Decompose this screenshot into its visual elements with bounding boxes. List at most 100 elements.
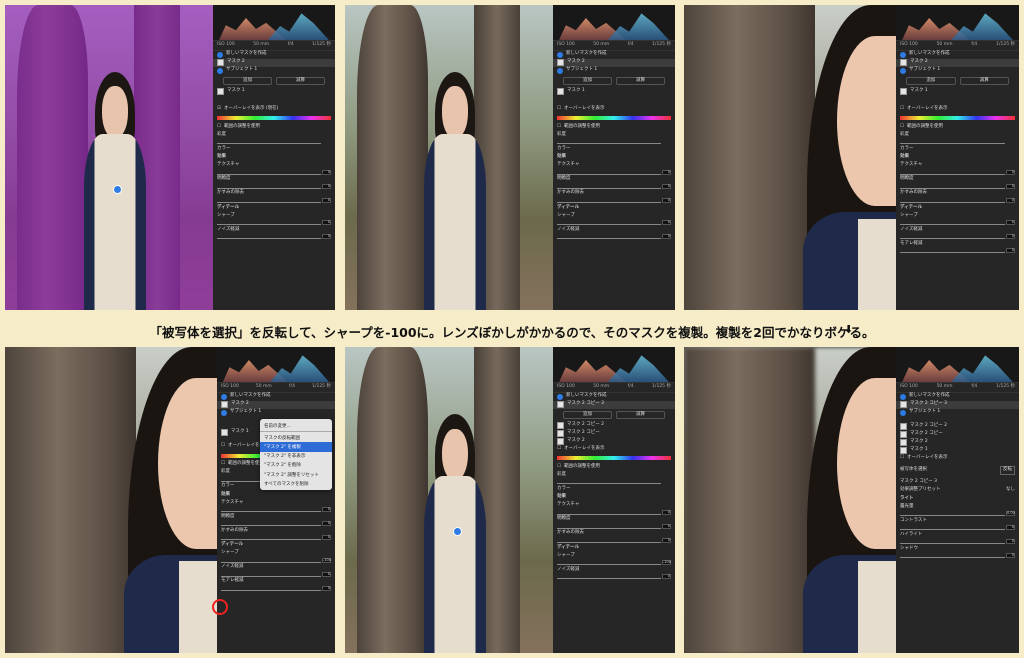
- clarity-slider[interactable]: 0: [221, 521, 331, 527]
- color-swatch-row[interactable]: カラー: [553, 145, 675, 153]
- hue-spectrum[interactable]: [557, 456, 671, 460]
- create-mask-button[interactable]: 新しいマスクを作成: [896, 51, 1019, 59]
- subject-item[interactable]: サブジェクト 1: [896, 409, 1019, 417]
- subject-item[interactable]: サブジェクト 1: [896, 67, 1019, 75]
- sharpness-slider[interactable]: -100: [557, 560, 671, 566]
- overlay-toggle[interactable]: ☐ オーバーレイを表示: [553, 445, 675, 453]
- mask-item-1[interactable]: マスク 1: [896, 87, 1019, 95]
- mask-item-2[interactable]: マスク 2: [553, 58, 675, 67]
- detail-section[interactable]: ディテール: [896, 204, 1019, 213]
- contrast-slider[interactable]: 0: [900, 525, 1015, 531]
- detail-section[interactable]: ディテール: [217, 541, 335, 550]
- color-swatch-row[interactable]: カラー: [896, 145, 1019, 153]
- detail-section[interactable]: ディテール: [213, 204, 335, 213]
- dehaze-slider[interactable]: 0: [217, 197, 331, 204]
- mask-item-1[interactable]: マスク 1: [553, 87, 675, 95]
- overlay-toggle[interactable]: ☑ オーバーレイを表示 (現在): [213, 105, 335, 113]
- mask-item-copy2[interactable]: マスク 2 コピー 2: [896, 423, 1019, 431]
- subtract-button[interactable]: 減算: [616, 76, 665, 85]
- sharpness-slider[interactable]: 0: [557, 220, 671, 226]
- create-mask-button[interactable]: 新しいマスクを作成: [553, 51, 675, 59]
- mask-item-1[interactable]: マスク 1: [896, 447, 1019, 455]
- clarity-slider[interactable]: 0: [557, 183, 671, 190]
- overlay-toggle[interactable]: ☐ オーバーレイを表示: [896, 105, 1019, 113]
- create-mask-button[interactable]: 新しいマスクを作成: [213, 51, 335, 59]
- menu-item-invert[interactable]: マスクの反転範囲: [260, 433, 332, 442]
- subject-item[interactable]: サブジェクト 1: [553, 67, 675, 75]
- range-adjust-checkbox[interactable]: ☐ 範囲の調整を使用: [553, 123, 675, 131]
- texture-slider[interactable]: 0: [217, 169, 331, 176]
- subject-item[interactable]: サブジェクト 1: [213, 67, 335, 75]
- effects-section[interactable]: 効果: [553, 153, 675, 162]
- mask-item-2[interactable]: マスク 2: [896, 439, 1019, 447]
- moire-slider[interactable]: 0: [900, 248, 1015, 254]
- texture-slider[interactable]: 0: [900, 169, 1015, 176]
- hue-spectrum[interactable]: [900, 116, 1015, 120]
- create-mask-button[interactable]: 新しいマスクを作成: [553, 393, 675, 401]
- subtract-button[interactable]: 減算: [276, 76, 325, 85]
- range-adjust-checkbox[interactable]: ☐ 範囲の調整を使用: [553, 463, 675, 471]
- texture-slider[interactable]: 0: [221, 507, 331, 513]
- moire-slider[interactable]: 0: [221, 585, 331, 592]
- dehaze-slider[interactable]: 0: [557, 197, 671, 204]
- mask-pin-icon[interactable]: [113, 185, 122, 194]
- mask-item-2[interactable]: マスク 2: [553, 437, 675, 445]
- overlay-toggle[interactable]: ☐ オーバーレイを表示: [896, 455, 1019, 463]
- add-button[interactable]: 追加: [563, 410, 612, 419]
- detail-section[interactable]: ディテール: [553, 204, 675, 213]
- mask-pin-icon[interactable]: [453, 527, 462, 536]
- subject-item[interactable]: サブジェクト 1: [217, 409, 335, 417]
- menu-item-delete-all[interactable]: すべてのマスクを削除: [260, 479, 332, 488]
- light-section[interactable]: ライト: [896, 495, 1019, 504]
- saturation-slider[interactable]: [557, 479, 671, 485]
- effects-section[interactable]: 効果: [553, 493, 675, 502]
- shadows-slider[interactable]: 0: [900, 553, 1015, 559]
- dehaze-slider[interactable]: 0: [900, 197, 1015, 204]
- noise-slider[interactable]: 0: [221, 571, 331, 578]
- menu-item-reset[interactable]: "マスク 2" 調整をリセット: [260, 470, 332, 479]
- noise-slider[interactable]: 0: [557, 234, 671, 240]
- noise-slider[interactable]: 0: [900, 234, 1015, 240]
- dehaze-slider[interactable]: 0: [221, 535, 331, 541]
- color-swatch-row[interactable]: カラー: [553, 485, 675, 493]
- clarity-slider[interactable]: 0: [900, 183, 1015, 190]
- mask-item-1[interactable]: マスク 1: [213, 87, 335, 95]
- mask-item-copy[interactable]: マスク 2 コピー: [896, 431, 1019, 439]
- range-adjust-checkbox[interactable]: ☐ 範囲の調整を使用: [896, 123, 1019, 131]
- texture-slider[interactable]: 0: [557, 509, 671, 516]
- texture-slider[interactable]: 0: [557, 169, 671, 176]
- hue-spectrum[interactable]: [217, 116, 331, 120]
- mask-item-copy3[interactable]: マスク 2 コピー 3: [896, 400, 1019, 409]
- checkbox-icon[interactable]: ☑: [217, 106, 221, 112]
- saturation-slider[interactable]: [900, 139, 1015, 145]
- clarity-slider[interactable]: 0: [557, 523, 671, 530]
- overlay-toggle[interactable]: ☐ オーバーレイを表示: [553, 105, 675, 113]
- effects-section[interactable]: 効果: [217, 491, 335, 500]
- preset-select[interactable]: なし: [1006, 488, 1015, 493]
- mask-item-copy[interactable]: マスク 2 コピー: [553, 429, 675, 437]
- saturation-slider[interactable]: [217, 139, 331, 145]
- mask-item-2[interactable]: マスク 2: [217, 400, 335, 409]
- mask-item-copy3[interactable]: マスク 2 コピー 3: [553, 400, 675, 409]
- menu-item-hide[interactable]: "マスク 2" を非表示: [260, 452, 332, 461]
- subtract-button[interactable]: 減算: [959, 76, 1009, 85]
- menu-item-rename[interactable]: 名前の変更...: [260, 421, 332, 430]
- subtract-button[interactable]: 減算: [616, 410, 665, 419]
- effects-section[interactable]: 効果: [896, 153, 1019, 162]
- sharpness-slider[interactable]: 0: [217, 220, 331, 226]
- mask-item-2[interactable]: マスク 2: [213, 58, 335, 67]
- exposure-slider[interactable]: 0.00: [900, 511, 1015, 517]
- hue-spectrum[interactable]: [557, 116, 671, 120]
- menu-item-delete[interactable]: "マスク 2" を削除: [260, 461, 332, 470]
- menu-item-duplicate[interactable]: "マスク 2" を複製: [260, 442, 332, 452]
- mask-item-copy2[interactable]: マスク 2 コピー 2: [553, 421, 675, 429]
- saturation-slider[interactable]: [557, 139, 671, 145]
- sharpness-slider[interactable]: -100: [221, 557, 331, 564]
- invert-button[interactable]: 反転: [1000, 466, 1015, 475]
- noise-slider[interactable]: 0: [557, 574, 671, 580]
- clarity-slider[interactable]: 0: [217, 183, 331, 190]
- highlights-slider[interactable]: 0: [900, 539, 1015, 545]
- add-button[interactable]: 追加: [563, 76, 612, 85]
- effects-section[interactable]: 効果: [213, 153, 335, 162]
- color-swatch-row[interactable]: カラー: [213, 145, 335, 153]
